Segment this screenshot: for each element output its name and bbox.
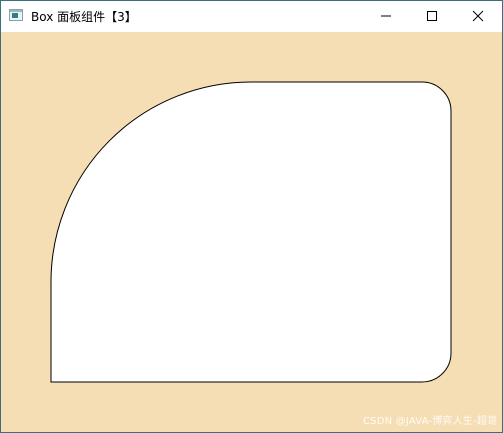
minimize-button[interactable] [363,1,409,31]
minimize-icon [381,15,391,17]
watermark-text: CSDN @JAVA-博弈人生-超哥 [363,416,498,427]
maximize-button[interactable] [409,1,455,31]
app-icon-bar [10,10,22,12]
app-icon [9,9,23,21]
rounded-box-shape [50,81,452,383]
window-title: Box 面板组件【3】 [31,10,137,24]
close-icon [472,10,484,22]
title-bar[interactable]: Box 面板组件【3】 [1,1,502,32]
app-window: Box 面板组件【3】 CSDN @JAVA-博弈人生-超哥 [0,0,503,433]
panel-client-area: CSDN @JAVA-博弈人生-超哥 [1,32,502,432]
maximize-icon [427,11,437,21]
close-button[interactable] [455,1,501,31]
app-icon-inner [12,13,18,18]
